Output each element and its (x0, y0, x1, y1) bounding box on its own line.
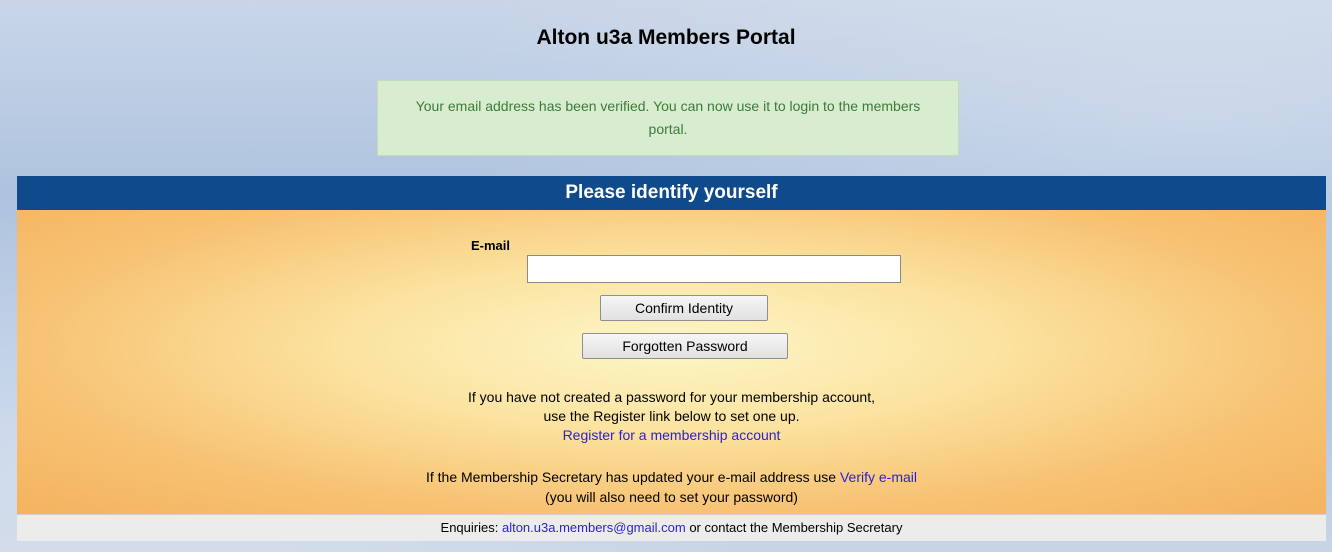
register-link-line: Register for a membership account (17, 427, 1326, 443)
panel-title: Please identify yourself (17, 176, 1326, 210)
portal-title: Alton u3a Members Portal (536, 26, 796, 49)
register-instructions-line-1: If you have not created a password for y… (468, 389, 875, 405)
panel-body: E-mail Confirm Identity Forgotten Passwo… (17, 210, 1326, 514)
register-instructions-line-2: use the Register link below to set one u… (543, 408, 800, 424)
notice-text: Your email address has been verified. Yo… (415, 98, 921, 137)
verify-note: (you will also need to set your password… (545, 489, 798, 505)
footer-suffix: or contact the Membership Secretary (689, 520, 903, 535)
register-link[interactable]: Register for a membership account (563, 427, 781, 443)
email-label: E-mail (471, 238, 511, 253)
forgotten-password-button[interactable]: Forgotten Password (582, 333, 788, 359)
confirm-identity-button[interactable]: Confirm Identity (600, 295, 768, 321)
identify-panel: Please identify yourself E-mail Confirm … (17, 176, 1326, 541)
verification-notice: Your email address has been verified. Yo… (377, 80, 959, 156)
verify-text: If the Membership Secretary has updated … (425, 469, 837, 485)
enquiries-email-link[interactable]: alton.u3a.members@gmail.com (502, 520, 686, 535)
verify-line: If the Membership Secretary has updated … (17, 469, 1326, 485)
verify-email-link[interactable]: Verify e-mail (840, 469, 917, 485)
footer-prefix: Enquiries: (440, 520, 499, 535)
footer: Enquiries: alton.u3a.members@gmail.com o… (17, 514, 1326, 541)
email-field[interactable] (527, 255, 901, 283)
